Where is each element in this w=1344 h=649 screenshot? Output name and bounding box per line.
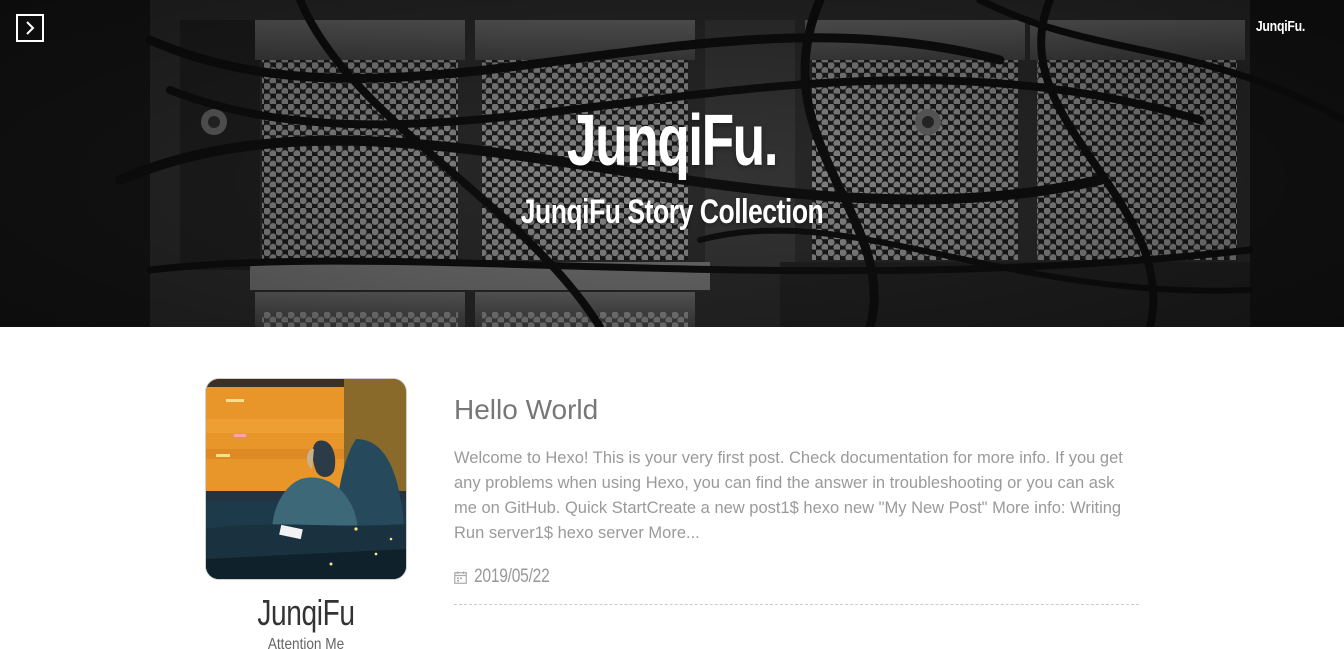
avatar-illustration bbox=[206, 379, 406, 579]
post-date: 2019/05/22 bbox=[474, 566, 550, 587]
profile-name: JunqiFu bbox=[257, 592, 355, 633]
post-title-link[interactable]: Hello World bbox=[454, 392, 1139, 428]
brand-link[interactable]: JunqiFu. bbox=[1256, 18, 1306, 35]
site-subtitle: JunqiFu Story Collection bbox=[520, 193, 824, 231]
chevron-right-icon bbox=[26, 21, 35, 35]
site-title: JunqiFu. bbox=[566, 101, 779, 181]
hero-banner: JunqiFu. JunqiFu. JunqiFu Story Collecti… bbox=[0, 0, 1344, 327]
post-excerpt: Welcome to Hexo! This is your very first… bbox=[454, 449, 1123, 542]
calendar-icon bbox=[454, 571, 467, 584]
menu-toggle-button[interactable] bbox=[16, 14, 44, 42]
avatar bbox=[205, 378, 407, 580]
profile-tagline: Attention Me bbox=[267, 636, 345, 649]
post-divider bbox=[454, 604, 1139, 605]
post-list-item: Hello World Welcome to Hexo! This is you… bbox=[454, 392, 1139, 605]
post-meta: 2019/05/22 bbox=[454, 566, 1139, 588]
